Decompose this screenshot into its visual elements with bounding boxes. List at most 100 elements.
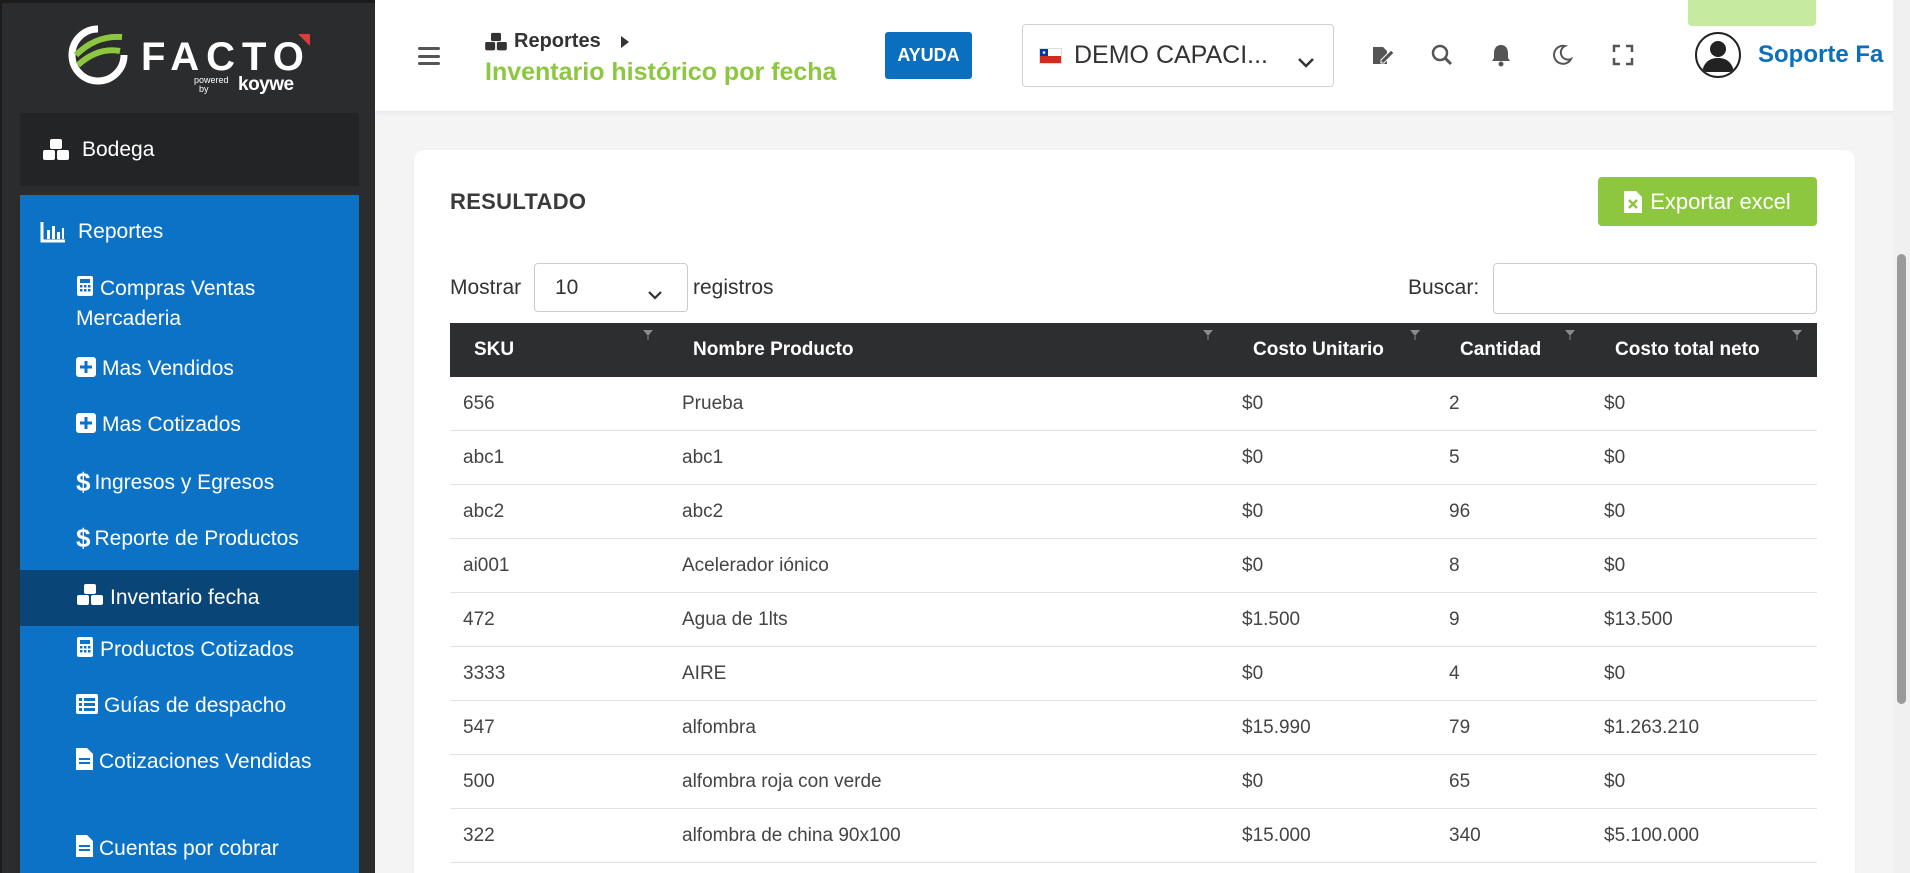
logo-accent-icon [298,34,310,46]
sidebar-group-label: Reportes [78,220,164,243]
column-header-sku[interactable]: SKU [474,323,514,377]
cell-sku: abc1 [463,447,505,468]
page-size-value: 10 [555,275,579,299]
cell-cantidad: 2 [1449,393,1460,414]
fullscreen-icon[interactable] [1610,42,1636,68]
cell-costo-total: $0 [1604,393,1626,414]
sidebar-item-label: Cotizaciones Vendidas [99,750,312,773]
cell-costo-total: $5.100.000 [1604,825,1700,846]
column-header-costo-unitario[interactable]: Costo Unitario [1253,323,1384,377]
cell-nombre: Agua de 1lts [682,609,788,630]
search-label: Buscar: [1408,276,1480,299]
logo-koywe-text: koywe [238,74,294,95]
sidebar-item-productos-cotizados[interactable]: Productos Cotizados [20,636,359,666]
page-size-select[interactable]: 10 [534,263,688,312]
sidebar-item-mas-cotizados[interactable]: Mas Cotizados [20,411,359,441]
sidebar-item-cuentas-cobrar[interactable]: Cuentas por cobrar [20,835,359,865]
table-row[interactable]: 322 alfombra de china 90x100 $15.000 340 $5.… [450,809,1817,863]
cell-cantidad: 340 [1449,825,1481,846]
menu-toggle-icon[interactable] [418,47,440,65]
table-row[interactable]: 3333 AIRE $0 4 $0 [450,647,1817,701]
cell-sku: abc2 [463,501,505,522]
cell-costo-unitario: $0 [1242,393,1264,414]
table-row[interactable]: 547 alfombra $15.990 79 $1.263.210 [450,701,1817,755]
file-icon [76,748,93,778]
sort-icon[interactable] [1564,329,1576,341]
cell-cantidad: 96 [1449,501,1471,522]
dark-mode-moon-icon[interactable] [1549,42,1575,68]
cubes-icon [484,32,508,52]
user-name[interactable]: Soporte Fa [1758,41,1910,69]
caret-right-icon [620,35,629,48]
sidebar-item-label: Ingresos y Egresos [94,471,275,494]
sidebar-item-label: Mas Vendidos [102,357,234,380]
cell-costo-total: $0 [1604,555,1626,576]
cell-cantidad: 8 [1449,555,1460,576]
cell-sku: 547 [463,717,495,738]
cell-nombre: abc2 [682,501,724,522]
table-list-icon [76,694,98,722]
cell-cantidad: 5 [1449,447,1460,468]
cell-sku: 500 [463,771,495,792]
company-select[interactable]: DEMO CAPACI... [1022,24,1334,87]
show-label: Mostrar [450,276,522,299]
plus-square-icon [76,357,96,385]
sidebar-item-label: Compras Ventas Mercaderia [76,277,256,330]
sidebar-item-inventario-fecha[interactable]: Inventario fecha [20,570,359,626]
cell-costo-unitario: $0 [1242,555,1264,576]
cell-nombre: AIRE [682,663,727,684]
cell-nombre: alfombra [682,717,756,738]
card-title: RESULTADO [450,189,587,214]
column-header-costo-total[interactable]: Costo total neto [1615,323,1760,377]
cell-costo-unitario: $0 [1242,771,1264,792]
column-header-cantidad[interactable]: Cantidad [1460,323,1541,377]
breadcrumb[interactable]: Reportes [484,30,629,53]
table-row[interactable]: ai001 Acelerador iónico $0 8 $0 [450,539,1817,593]
cell-costo-total: $13.500 [1604,609,1673,630]
sidebar-reportes-group: Reportes Compras Ventas Mercaderia Mas V… [20,195,359,873]
cubes-icon [42,138,70,162]
sidebar-item-reportes[interactable]: Reportes [40,220,163,244]
sidebar-item-guias-despacho[interactable]: Guías de despacho [20,692,359,722]
sidebar-item-label: Guías de despacho [104,694,287,717]
search-input[interactable] [1493,263,1817,314]
sidebar-item-cotizaciones-vendidas[interactable]: Cotizaciones Vendidas [20,748,359,778]
sidebar-item-bodega[interactable]: Bodega [20,113,359,186]
sidebar-item-mas-vendidos[interactable]: Mas Vendidos [20,355,359,385]
sidebar-item-compras-ventas[interactable]: Compras Ventas Mercaderia [20,275,359,333]
table-row[interactable]: abc1 abc1 $0 5 $0 [450,431,1817,485]
sidebar-item-ingresos-egresos[interactable]: $ Ingresos y Egresos [20,468,359,497]
sort-icon[interactable] [1202,329,1214,341]
cell-sku: 472 [463,609,495,630]
header-green-tab[interactable] [1688,0,1816,26]
cell-nombre: Acelerador iónico [682,555,829,576]
user-avatar[interactable] [1695,32,1741,78]
cell-costo-unitario: $15.000 [1242,825,1311,846]
table-row[interactable]: 500 alfombra roja con verde $0 65 $0 [450,755,1817,809]
scrollbar-thumb[interactable] [1897,254,1906,704]
facto-logo[interactable]: FACTO powered by koywe [66,25,316,103]
sort-icon[interactable] [642,329,654,341]
edit-document-icon[interactable] [1370,42,1396,68]
sort-icon[interactable] [1409,329,1421,341]
bell-icon[interactable] [1488,42,1514,68]
cubes-icon [76,573,104,629]
cell-nombre: abc1 [682,447,724,468]
table-row[interactable]: 656 Prueba $0 2 $0 [450,377,1817,431]
cell-cantidad: 4 [1449,663,1460,684]
table-row[interactable]: abc2 abc2 $0 96 $0 [450,485,1817,539]
sidebar-section-label: Bodega [82,137,155,161]
export-label: Exportar excel [1650,188,1791,214]
column-header-nombre[interactable]: Nombre Producto [693,323,853,377]
table-row[interactable]: 472 Agua de 1lts $1.500 9 $13.500 [450,593,1817,647]
export-excel-button[interactable]: Exportar excel [1598,177,1817,226]
page-scrollbar[interactable] [1893,0,1910,873]
search-icon[interactable] [1429,42,1455,68]
page-title: Inventario histórico por fecha [485,58,837,86]
sidebar-item-reporte-productos[interactable]: $ Reporte de Productos [20,524,359,553]
sidebar-item-label: Inventario fecha [110,586,260,609]
help-button[interactable]: AYUDA [885,32,972,79]
sort-icon[interactable] [1791,329,1803,341]
cell-cantidad: 65 [1449,771,1471,792]
breadcrumb-label: Reportes [514,30,601,52]
